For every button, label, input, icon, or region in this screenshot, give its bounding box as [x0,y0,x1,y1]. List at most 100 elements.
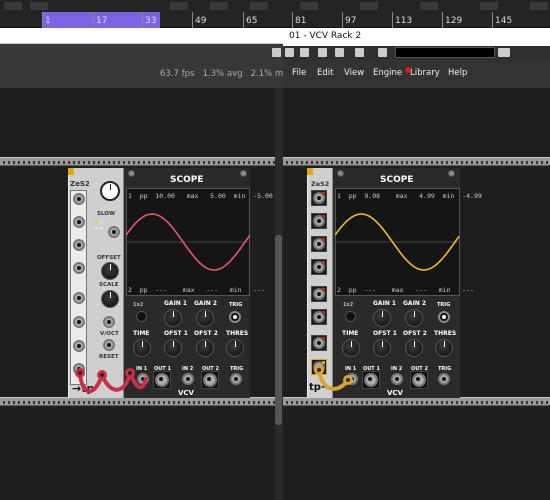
jack-port[interactable] [311,309,327,325]
in2-jack[interactable] [182,373,194,385]
jack-port[interactable] [311,190,327,206]
menu-edit[interactable]: Edit [317,68,333,78]
jack-port[interactable] [311,236,327,252]
in2-label: IN 2 [182,366,194,372]
ruler-tick [243,12,244,28]
ruler-segment [480,2,498,10]
ofst2-label: OFST 2 [403,330,427,337]
search-input[interactable] [395,47,495,58]
jack-port[interactable] [73,292,85,304]
scale-knob[interactable] [101,290,119,308]
voct-label: V/OCT [100,331,119,337]
ruler-segment [360,2,378,10]
gain1-label: GAIN 1 [164,300,188,307]
jack-port[interactable] [73,239,85,251]
jack-port[interactable] [311,259,327,275]
ofst1-knob[interactable] [164,339,182,357]
module-badge [307,168,313,175]
screw-icon [337,170,344,177]
thres-knob[interactable] [435,339,453,357]
gain1-knob[interactable] [164,309,182,327]
ofst1-label: OFST 1 [164,330,188,337]
out2-jack[interactable] [201,371,219,389]
jack-port[interactable] [73,316,85,328]
ofst1-knob[interactable] [373,339,391,357]
trig-jack[interactable] [230,373,242,385]
trig-label: TRIG [437,302,451,308]
ofst2-knob[interactable] [405,339,423,357]
ofst2-knob[interactable] [196,339,214,357]
track-lane [0,28,283,44]
trig-jack[interactable] [438,373,450,385]
ruler-tick [392,12,393,28]
window-title: 01 - VCV Rack 2 [289,31,362,41]
x2-button[interactable] [345,311,356,322]
rate-knob[interactable] [100,181,120,201]
scope-waveform [335,213,460,271]
ruler-label: 145 [495,16,513,26]
in2-jack[interactable] [391,373,403,385]
ofst2-label: OFST 2 [194,330,218,337]
channel-1-readout: 1 pp 10.00 max 5.00 min -5.00 [128,192,273,200]
menu-view[interactable]: View [344,68,364,78]
fps-value: 63.7 fps [160,69,195,79]
settings-icon[interactable] [300,48,309,57]
camera-icon[interactable] [318,48,327,57]
menu-help[interactable]: Help [448,68,467,78]
menu-engine[interactable]: Engine [373,68,402,78]
patch-cable-right[interactable] [310,360,360,400]
performance-readout: 63.7 fps 1.3% avg 2.1% max [160,69,293,79]
jack-port[interactable] [73,340,85,352]
trig-button[interactable] [438,311,450,323]
time-knob[interactable] [342,339,360,357]
menu-library[interactable]: Library [410,68,440,78]
thres-label: THRES [434,330,457,337]
trig-port-label: TRIG [438,366,452,372]
jack-port[interactable] [311,213,327,229]
vcv-logo: VCV [178,389,194,397]
jack-port[interactable] [108,226,120,238]
offset-knob[interactable] [101,262,119,280]
ruler-tick [292,12,293,28]
ruler-label: 17 [96,16,108,26]
out1-jack[interactable] [362,371,380,389]
gain2-knob[interactable] [405,309,423,327]
layout-icon[interactable] [355,48,364,57]
gain2-knob[interactable] [196,309,214,327]
scrollbar-handle[interactable] [275,235,282,425]
record-icon[interactable] [378,48,387,57]
jack-port[interactable] [311,335,327,351]
ruler-label: 81 [295,16,307,26]
x2-button[interactable] [136,311,147,322]
ruler-tick [142,12,143,28]
thres-label: THRES [226,330,249,337]
voct-jack[interactable] [103,316,115,328]
ruler-tick [492,12,493,28]
screen-icon[interactable] [498,48,510,57]
patch-cable-left[interactable] [60,355,160,400]
ruler-segment [420,2,438,10]
grid-icon[interactable] [335,48,344,57]
trig-label: TRIG [229,302,243,308]
jack-port[interactable] [311,286,327,302]
reset-jack[interactable] [103,339,115,351]
out2-jack[interactable] [410,371,428,389]
thres-knob[interactable] [226,339,244,357]
gain1-knob[interactable] [373,309,391,327]
trig-button[interactable] [229,311,241,323]
jack-port[interactable] [73,193,85,205]
speaker-icon[interactable] [285,48,294,57]
window-control-icon[interactable] [272,48,281,57]
notification-dot [405,67,411,73]
channel-2-readout: 2 pp --- max --- min --- [337,286,474,294]
ruler-segment [530,2,548,10]
jack-port[interactable] [73,262,85,274]
ruler-label: 113 [395,16,413,26]
jack-port[interactable] [73,216,85,228]
x2-label: 1x2 [343,302,354,308]
menu-file[interactable]: File [292,68,306,78]
ruler-segment [210,2,228,10]
scope-waveform [126,213,250,271]
in2-label: IN 2 [391,366,403,372]
ruler-tick [93,12,94,28]
